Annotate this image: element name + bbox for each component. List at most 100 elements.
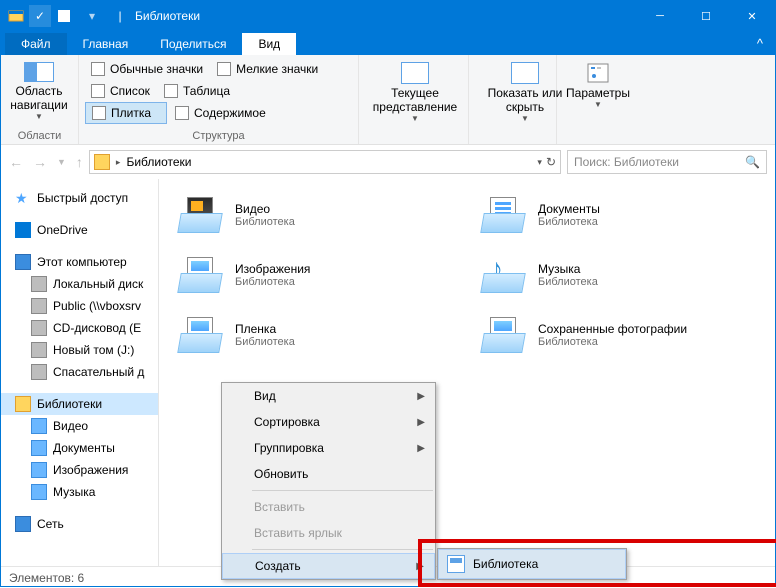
disk-icon	[31, 276, 47, 292]
context-menu: Вид▶ Сортировка▶ Группировка▶ Обновить В…	[221, 382, 436, 580]
tab-view[interactable]: Вид	[242, 33, 296, 55]
search-placeholder: Поиск: Библиотеки	[574, 155, 679, 169]
qat-save-icon[interactable]: ✓	[29, 5, 51, 27]
window-title: Библиотеки	[135, 9, 200, 23]
tree-lib-item[interactable]: Видео	[1, 415, 158, 437]
recent-dropdown[interactable]: ▼	[57, 157, 66, 167]
address-field[interactable]: ▸ Библиотеки ▾ ↻	[89, 150, 561, 174]
view-table[interactable]: Таблица	[158, 80, 236, 102]
ribbon: Область навигации ▼ Области Обычные знач…	[1, 55, 775, 145]
view-content[interactable]: Содержимое	[169, 102, 272, 124]
context-submenu: Библиотека	[437, 548, 627, 580]
ctx-create[interactable]: Создать▶	[222, 553, 435, 579]
navigation-pane-button[interactable]: Область навигации ▼	[7, 58, 71, 121]
library-item[interactable]: ДокументыБиблиотека	[482, 197, 755, 233]
group-label-structure: Структура	[79, 130, 358, 142]
view-list[interactable]: Список	[85, 80, 156, 102]
ctx-paste: Вставить	[222, 494, 435, 520]
tree-network[interactable]: Сеть	[1, 513, 158, 535]
images-library-icon	[179, 257, 221, 293]
documents-icon	[31, 440, 47, 456]
view-small-icons[interactable]: Мелкие значки	[211, 58, 324, 80]
library-item[interactable]: Сохраненные фотографииБиблиотека	[482, 317, 755, 353]
music-library-icon	[482, 257, 524, 293]
video-icon	[31, 418, 47, 434]
disk-icon	[31, 342, 47, 358]
disk-icon	[31, 364, 47, 380]
address-dropdown[interactable]: ▾	[537, 157, 542, 168]
submenu-arrow-icon: ▶	[417, 391, 425, 402]
library-item[interactable]: МузыкаБиблиотека	[482, 257, 755, 293]
group-label-areas: Области	[1, 130, 78, 142]
ctx-sort[interactable]: Сортировка▶	[222, 409, 435, 435]
view-normal-icons[interactable]: Обычные значки	[85, 58, 209, 80]
library-item[interactable]: ИзображенияБиблиотека	[179, 257, 452, 293]
documents-library-icon	[482, 197, 524, 233]
explorer-icon	[5, 5, 27, 27]
ctx-paste-shortcut: Вставить ярлык	[222, 520, 435, 546]
maximize-button[interactable]: ☐	[683, 1, 729, 31]
tree-lib-item[interactable]: Изображения	[1, 459, 158, 481]
tree-onedrive[interactable]: OneDrive	[1, 219, 158, 241]
tab-strip: Файл Главная Поделиться Вид ^	[1, 31, 775, 55]
refresh-button[interactable]: ↻	[546, 155, 556, 169]
cd-icon	[31, 320, 47, 336]
breadcrumb-location[interactable]: Библиотеки	[126, 155, 191, 169]
tree-disk[interactable]: CD-дисковод (E	[1, 317, 158, 339]
library-icon	[447, 555, 465, 573]
options-button[interactable]: Параметры ▼	[563, 58, 633, 109]
ctx-separator	[252, 490, 433, 491]
submenu-arrow-icon: ▶	[417, 417, 425, 428]
disk-icon	[31, 298, 47, 314]
forward-button[interactable]: →	[33, 154, 47, 170]
tree-libraries[interactable]: Библиотеки	[1, 393, 158, 415]
film-library-icon	[179, 317, 221, 353]
qat-props-icon[interactable]	[53, 5, 75, 27]
tree-disk[interactable]: Спасательный д	[1, 361, 158, 383]
chevron-down-icon: ▼	[35, 112, 43, 121]
current-view-button[interactable]: Текущее представление ▼	[365, 58, 465, 123]
tree-lib-item[interactable]: Музыка	[1, 481, 158, 503]
tree-lib-item[interactable]: Документы	[1, 437, 158, 459]
folder-icon	[94, 154, 110, 170]
status-count: Элементов: 6	[9, 571, 84, 585]
libraries-icon	[15, 396, 31, 412]
minimize-button[interactable]: ─	[637, 1, 683, 31]
library-item[interactable]: ПленкаБиблиотека	[179, 317, 452, 353]
tree-quick-access[interactable]: ★Быстрый доступ	[1, 187, 158, 209]
tab-main[interactable]: Главная	[67, 33, 145, 55]
saved-photos-library-icon	[482, 317, 524, 353]
close-button[interactable]: ✕	[729, 1, 775, 31]
submenu-arrow-icon: ▶	[417, 443, 425, 454]
view-tiles[interactable]: Плитка	[85, 102, 167, 124]
options-label: Параметры	[566, 86, 630, 100]
title-bar: ✓ ▾ | Библиотеки ─ ☐ ✕	[1, 1, 775, 31]
qat-dropdown[interactable]: ▾	[81, 5, 103, 27]
tree-disk[interactable]: Public (\\vboxsrv	[1, 295, 158, 317]
tree-disk[interactable]: Новый том (J:)	[1, 339, 158, 361]
onedrive-icon	[15, 222, 31, 238]
ctx-group[interactable]: Группировка▶	[222, 435, 435, 461]
music-icon	[31, 484, 47, 500]
ctx-create-library[interactable]: Библиотека	[438, 549, 626, 579]
content-area[interactable]: ВидеоБиблиотека ДокументыБиблиотека Изоб…	[159, 179, 775, 566]
current-view-label: Текущее представление	[365, 86, 465, 114]
tab-share[interactable]: Поделиться	[144, 33, 242, 55]
submenu-arrow-icon: ▶	[416, 561, 424, 572]
navigation-tree: ★Быстрый доступ OneDrive Этот компьютер …	[1, 179, 159, 566]
search-input[interactable]: Поиск: Библиотеки 🔍	[567, 150, 767, 174]
chevron-down-icon: ▼	[594, 100, 602, 109]
ribbon-collapse-button[interactable]: ^	[745, 32, 775, 55]
up-button[interactable]: ↑	[76, 154, 83, 170]
tree-this-pc[interactable]: Этот компьютер	[1, 251, 158, 273]
images-icon	[31, 462, 47, 478]
ctx-view[interactable]: Вид▶	[222, 383, 435, 409]
tab-file[interactable]: Файл	[5, 33, 67, 55]
separator: |	[109, 5, 131, 27]
library-item[interactable]: ВидеоБиблиотека	[179, 197, 452, 233]
tree-disk[interactable]: Локальный диск	[1, 273, 158, 295]
chevron-down-icon: ▼	[521, 114, 529, 123]
back-button[interactable]: ←	[9, 154, 23, 170]
ctx-separator	[252, 549, 433, 550]
ctx-refresh[interactable]: Обновить	[222, 461, 435, 487]
